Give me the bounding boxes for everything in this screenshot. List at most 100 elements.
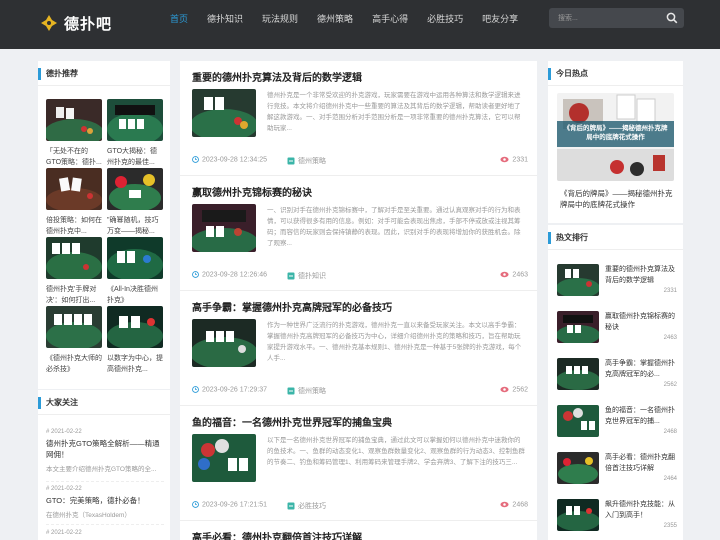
recommend-widget: 德扑推荐 「无处不在的GTO策略：德扑... GTO大揭秘：德州扑克的最佳...… — [38, 61, 170, 389]
nav-poker-knowledge[interactable]: 德扑知识 — [207, 12, 243, 25]
search-box — [549, 8, 684, 28]
category-icon — [287, 387, 295, 395]
hot-thumbnail — [557, 311, 599, 343]
article-excerpt: 一、识别对手在德州扑克锦标赛中，了解对手是至关重要。通过认真观察对手的行为和表情… — [267, 207, 521, 247]
category-link[interactable]: 德州策略 — [287, 386, 326, 396]
focus-widget: 大家关注 # 2021-02-22 德州扑克GTO策略全解析——精通网佣！ 本文… — [38, 389, 170, 540]
article-title[interactable]: 高手必看：德州扑克翻倍首注技巧详解 — [192, 529, 362, 540]
recommend-item[interactable]: GTO大揭秘：德州扑克的最佳... — [107, 99, 163, 168]
eye-icon — [500, 386, 509, 393]
hot-rank-item[interactable]: 重要的德州扑克算法及背后的数学逻辑 2331 — [557, 264, 677, 304]
hot-thumbnail — [557, 405, 599, 437]
recommend-item-title: 《德州扑克大师的必杀技》 — [46, 355, 102, 373]
hot-views: 2331 — [663, 288, 677, 294]
article-excerpt: 德州扑克是一个非常受欢迎的扑克游戏，玩家需要在游戏中运用各种算法和数学逻辑来进行… — [267, 92, 521, 132]
today-hot-widget: 今日热点 《背后的牌局》——揭秘德州扑克牌局中的底牌花式操作 《背后的牌局》——… — [548, 61, 683, 223]
recommend-item[interactable]: 《All-In决胜德州扑克》 — [107, 237, 163, 306]
article-meta: 2023-09-28 12:34:25 德州策略 2331 — [192, 156, 528, 166]
publish-date: 2023-09-28 12:34:25 — [192, 156, 267, 163]
recommend-item[interactable]: 《德州扑克大师的必杀技》 — [46, 306, 102, 375]
recommend-item[interactable]: 以数字为中心，提高德州扑克... — [107, 306, 163, 375]
hot-thumbnail — [557, 499, 599, 531]
publish-date: 2023-09-28 12:26:46 — [192, 271, 267, 278]
article-title[interactable]: 赢取德州扑克锦标赛的秘诀 — [192, 184, 312, 199]
focus-summary: 在德州扑克（TexasHoldem） — [46, 512, 131, 519]
hot-rank-item[interactable]: 高手必看：德州扑克翻倍首注技巧详解 2464 — [557, 452, 677, 492]
category-link[interactable]: 德州策略 — [287, 156, 326, 166]
poker-thumbnail — [44, 99, 104, 147]
divider — [46, 481, 164, 482]
poker-thumbnail — [46, 168, 102, 212]
top-navbar: 德扑吧 首页 德扑知识 玩法规则 德州策略 高手心得 必胜技巧 吧友分享 — [0, 0, 720, 49]
category-link[interactable]: 德扑知识 — [287, 271, 326, 281]
search-input[interactable] — [549, 8, 664, 28]
widget-title: 德扑推荐 — [38, 68, 78, 80]
hot-rank-item[interactable]: 赢取德州扑克锦标赛的秘诀 2463 — [557, 311, 677, 351]
nav-user-share[interactable]: 吧友分享 — [482, 12, 518, 25]
focus-title[interactable]: GTO：完美策略，德扑必备！ — [46, 495, 164, 506]
nav-home[interactable]: 首页 — [170, 12, 188, 25]
category-icon — [287, 502, 295, 510]
article-card: 高手必看：德州扑克翻倍首注技巧详解 — [180, 521, 537, 540]
divider — [38, 414, 170, 415]
article-title[interactable]: 重要的德州扑克算法及背后的数学逻辑 — [192, 69, 362, 84]
hot-thumbnail — [557, 264, 599, 296]
hot-views: 2355 — [663, 523, 677, 529]
hot-rank-item[interactable]: 高手争霸：掌握德州扑克高牌冠军的必... 2562 — [557, 358, 677, 398]
publish-date: 2023-09-26 17:29:37 — [192, 386, 267, 393]
nav-strategy[interactable]: 德州策略 — [317, 12, 353, 25]
view-count: 2463 — [500, 271, 528, 278]
article-thumbnail[interactable] — [192, 204, 256, 252]
recommend-item-title: GTO大揭秘：德州扑克的最佳... — [107, 148, 158, 166]
article-card: 重要的德州扑克算法及背后的数学逻辑 德州扑克是一个非常受欢迎的扑克游戏，玩家需要… — [180, 61, 537, 176]
article-meta: 2023-09-26 17:21:51 必胜技巧 2468 — [192, 501, 528, 511]
hot-rank-item[interactable]: 鱼的福音：一名德州扑克世界冠军的捕... 2468 — [557, 405, 677, 445]
category-icon — [287, 157, 295, 165]
recommend-item[interactable]: 德州扑克'手牌对决'：如何打出... — [46, 237, 102, 306]
nav-rules[interactable]: 玩法规则 — [262, 12, 298, 25]
nav-expert-tips[interactable]: 高手心得 — [372, 12, 408, 25]
recommend-item[interactable]: 「无处不在的GTO策略：德扑... — [44, 99, 104, 168]
article-thumbnail[interactable] — [192, 89, 256, 137]
focus-date: # 2021-02-22 — [46, 429, 82, 435]
focus-title[interactable]: 德州扑克GTO策略全解析——精通网佣！ — [46, 438, 164, 460]
eye-icon — [500, 501, 509, 508]
clock-icon — [192, 386, 199, 393]
hot-rank-item[interactable]: 飙升德州扑克技能：从入门到高手！ 2355 — [557, 499, 677, 539]
recommend-item[interactable]: 倍投策略：如何在德州扑克中... — [46, 168, 102, 237]
poker-thumbnail — [107, 168, 163, 212]
focus-date: # 2021-02-22 — [46, 486, 82, 492]
recommend-item-title: 德州扑克'手牌对决'：如何打出... — [46, 286, 97, 304]
focus-item[interactable]: # 2021-02-22 德州扑克GTO策略全解析——精通网佣！ 本文主要介绍德… — [46, 429, 164, 473]
widget-title: 今日热点 — [548, 68, 588, 80]
hot-views: 2463 — [663, 335, 677, 341]
article-title[interactable]: 高手争霸：掌握德州扑克高牌冠军的必备技巧 — [192, 299, 392, 314]
article-excerpt: 作为一种世界广泛流行的扑克游戏，德州扑克一直以来备受玩家关注。本文以高手争霸：掌… — [267, 322, 522, 362]
featured-image[interactable]: 《背后的牌局》——揭秘德州扑克牌局中的底牌花式操作 — [557, 93, 674, 181]
search-icon[interactable] — [666, 12, 678, 24]
focus-item[interactable]: # 2021-02-22 GTO：完美策略，德扑必备！ 在德州扑克（TexasH… — [46, 486, 164, 519]
logo-clover-icon — [39, 13, 59, 33]
logo-text: 德扑吧 — [64, 15, 113, 33]
divider — [548, 249, 683, 250]
publish-date: 2023-09-26 17:21:51 — [192, 501, 267, 508]
article-thumbnail[interactable] — [192, 434, 256, 482]
clock-icon — [192, 271, 199, 278]
view-count: 2468 — [500, 501, 528, 508]
recommend-item[interactable]: "确幂随机，技巧万变——揭秘... — [107, 168, 163, 237]
widget-title: 热文排行 — [548, 232, 588, 244]
eye-icon — [500, 156, 509, 163]
article-list: 重要的德州扑克算法及背后的数学逻辑 德州扑克是一个非常受欢迎的扑克游戏，玩家需要… — [180, 61, 537, 540]
focus-item[interactable]: # 2021-02-22 — [46, 530, 164, 536]
hot-views: 2464 — [663, 476, 677, 482]
featured-title[interactable]: 《背后的牌局》——揭秘德州扑克牌局中的底牌花式操作 — [560, 188, 673, 210]
eye-icon — [500, 271, 509, 278]
article-thumbnail[interactable] — [192, 319, 256, 367]
category-link[interactable]: 必胜技巧 — [287, 501, 326, 511]
nav-winning-skills[interactable]: 必胜技巧 — [427, 12, 463, 25]
article-card: 赢取德州扑克锦标赛的秘诀 一、识别对手在德州扑克锦标赛中，了解对手是至关重要。通… — [180, 176, 537, 291]
article-title[interactable]: 鱼的福音：一名德州扑克世界冠军的捕鱼宝典 — [192, 414, 392, 429]
article-meta: 2023-09-26 17:29:37 德州策略 2562 — [192, 386, 528, 396]
hot-thumbnail — [557, 452, 599, 484]
site-logo[interactable]: 德扑吧 — [38, 12, 112, 34]
